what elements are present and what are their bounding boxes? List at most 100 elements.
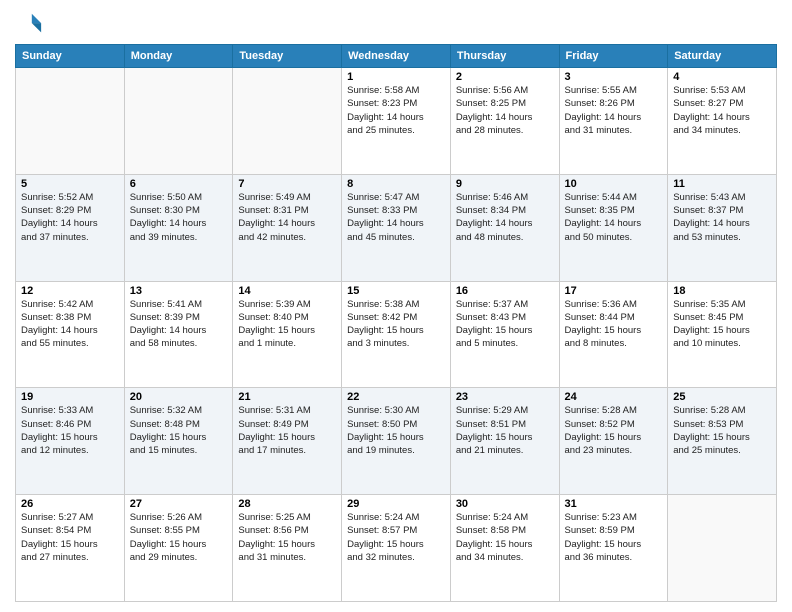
day-info: Sunrise: 5:37 AM Sunset: 8:43 PM Dayligh… [456, 298, 554, 351]
calendar-cell: 2Sunrise: 5:56 AM Sunset: 8:25 PM Daylig… [450, 68, 559, 175]
calendar-cell [124, 68, 233, 175]
week-row-3: 12Sunrise: 5:42 AM Sunset: 8:38 PM Dayli… [16, 281, 777, 388]
day-info: Sunrise: 5:39 AM Sunset: 8:40 PM Dayligh… [238, 298, 336, 351]
day-number: 22 [347, 391, 445, 403]
day-number: 17 [565, 285, 663, 297]
day-info: Sunrise: 5:44 AM Sunset: 8:35 PM Dayligh… [565, 191, 663, 244]
calendar-cell: 19Sunrise: 5:33 AM Sunset: 8:46 PM Dayli… [16, 388, 125, 495]
calendar-cell: 26Sunrise: 5:27 AM Sunset: 8:54 PM Dayli… [16, 495, 125, 602]
calendar-cell: 6Sunrise: 5:50 AM Sunset: 8:30 PM Daylig… [124, 174, 233, 281]
calendar-cell: 10Sunrise: 5:44 AM Sunset: 8:35 PM Dayli… [559, 174, 668, 281]
day-info: Sunrise: 5:28 AM Sunset: 8:52 PM Dayligh… [565, 404, 663, 457]
day-number: 24 [565, 391, 663, 403]
day-number: 14 [238, 285, 336, 297]
calendar-table: SundayMondayTuesdayWednesdayThursdayFrid… [15, 44, 777, 602]
day-number: 5 [21, 178, 119, 190]
day-number: 1 [347, 71, 445, 83]
weekday-header-row: SundayMondayTuesdayWednesdayThursdayFrid… [16, 45, 777, 68]
day-info: Sunrise: 5:24 AM Sunset: 8:58 PM Dayligh… [456, 511, 554, 564]
day-info: Sunrise: 5:36 AM Sunset: 8:44 PM Dayligh… [565, 298, 663, 351]
day-info: Sunrise: 5:42 AM Sunset: 8:38 PM Dayligh… [21, 298, 119, 351]
calendar-cell: 9Sunrise: 5:46 AM Sunset: 8:34 PM Daylig… [450, 174, 559, 281]
day-info: Sunrise: 5:23 AM Sunset: 8:59 PM Dayligh… [565, 511, 663, 564]
calendar-cell: 14Sunrise: 5:39 AM Sunset: 8:40 PM Dayli… [233, 281, 342, 388]
day-info: Sunrise: 5:53 AM Sunset: 8:27 PM Dayligh… [673, 84, 771, 137]
calendar-cell: 23Sunrise: 5:29 AM Sunset: 8:51 PM Dayli… [450, 388, 559, 495]
day-info: Sunrise: 5:25 AM Sunset: 8:56 PM Dayligh… [238, 511, 336, 564]
calendar-cell: 3Sunrise: 5:55 AM Sunset: 8:26 PM Daylig… [559, 68, 668, 175]
day-number: 13 [130, 285, 228, 297]
calendar-cell: 27Sunrise: 5:26 AM Sunset: 8:55 PM Dayli… [124, 495, 233, 602]
day-info: Sunrise: 5:33 AM Sunset: 8:46 PM Dayligh… [21, 404, 119, 457]
calendar-cell: 7Sunrise: 5:49 AM Sunset: 8:31 PM Daylig… [233, 174, 342, 281]
day-info: Sunrise: 5:52 AM Sunset: 8:29 PM Dayligh… [21, 191, 119, 244]
calendar-cell: 12Sunrise: 5:42 AM Sunset: 8:38 PM Dayli… [16, 281, 125, 388]
week-row-4: 19Sunrise: 5:33 AM Sunset: 8:46 PM Dayli… [16, 388, 777, 495]
day-info: Sunrise: 5:29 AM Sunset: 8:51 PM Dayligh… [456, 404, 554, 457]
day-number: 8 [347, 178, 445, 190]
calendar-cell: 4Sunrise: 5:53 AM Sunset: 8:27 PM Daylig… [668, 68, 777, 175]
day-info: Sunrise: 5:26 AM Sunset: 8:55 PM Dayligh… [130, 511, 228, 564]
day-number: 21 [238, 391, 336, 403]
calendar-cell: 30Sunrise: 5:24 AM Sunset: 8:58 PM Dayli… [450, 495, 559, 602]
calendar-cell: 5Sunrise: 5:52 AM Sunset: 8:29 PM Daylig… [16, 174, 125, 281]
day-number: 11 [673, 178, 771, 190]
day-number: 31 [565, 498, 663, 510]
day-info: Sunrise: 5:50 AM Sunset: 8:30 PM Dayligh… [130, 191, 228, 244]
weekday-wednesday: Wednesday [342, 45, 451, 68]
calendar-cell [668, 495, 777, 602]
day-info: Sunrise: 5:30 AM Sunset: 8:50 PM Dayligh… [347, 404, 445, 457]
day-number: 9 [456, 178, 554, 190]
calendar-cell: 28Sunrise: 5:25 AM Sunset: 8:56 PM Dayli… [233, 495, 342, 602]
calendar-cell: 16Sunrise: 5:37 AM Sunset: 8:43 PM Dayli… [450, 281, 559, 388]
week-row-5: 26Sunrise: 5:27 AM Sunset: 8:54 PM Dayli… [16, 495, 777, 602]
calendar-cell: 11Sunrise: 5:43 AM Sunset: 8:37 PM Dayli… [668, 174, 777, 281]
day-info: Sunrise: 5:49 AM Sunset: 8:31 PM Dayligh… [238, 191, 336, 244]
day-info: Sunrise: 5:31 AM Sunset: 8:49 PM Dayligh… [238, 404, 336, 457]
day-number: 10 [565, 178, 663, 190]
day-number: 16 [456, 285, 554, 297]
calendar-cell [233, 68, 342, 175]
day-number: 30 [456, 498, 554, 510]
day-number: 27 [130, 498, 228, 510]
calendar-cell: 29Sunrise: 5:24 AM Sunset: 8:57 PM Dayli… [342, 495, 451, 602]
day-info: Sunrise: 5:46 AM Sunset: 8:34 PM Dayligh… [456, 191, 554, 244]
week-row-1: 1Sunrise: 5:58 AM Sunset: 8:23 PM Daylig… [16, 68, 777, 175]
day-info: Sunrise: 5:55 AM Sunset: 8:26 PM Dayligh… [565, 84, 663, 137]
calendar-cell: 20Sunrise: 5:32 AM Sunset: 8:48 PM Dayli… [124, 388, 233, 495]
day-number: 18 [673, 285, 771, 297]
day-number: 29 [347, 498, 445, 510]
header [15, 10, 777, 38]
day-number: 28 [238, 498, 336, 510]
day-info: Sunrise: 5:58 AM Sunset: 8:23 PM Dayligh… [347, 84, 445, 137]
day-number: 26 [21, 498, 119, 510]
day-number: 23 [456, 391, 554, 403]
day-info: Sunrise: 5:56 AM Sunset: 8:25 PM Dayligh… [456, 84, 554, 137]
day-info: Sunrise: 5:41 AM Sunset: 8:39 PM Dayligh… [130, 298, 228, 351]
page: SundayMondayTuesdayWednesdayThursdayFrid… [0, 0, 792, 612]
calendar-cell: 22Sunrise: 5:30 AM Sunset: 8:50 PM Dayli… [342, 388, 451, 495]
day-number: 15 [347, 285, 445, 297]
calendar-cell: 13Sunrise: 5:41 AM Sunset: 8:39 PM Dayli… [124, 281, 233, 388]
weekday-sunday: Sunday [16, 45, 125, 68]
calendar-cell: 8Sunrise: 5:47 AM Sunset: 8:33 PM Daylig… [342, 174, 451, 281]
calendar-cell: 25Sunrise: 5:28 AM Sunset: 8:53 PM Dayli… [668, 388, 777, 495]
calendar-cell [16, 68, 125, 175]
day-number: 12 [21, 285, 119, 297]
calendar-cell: 17Sunrise: 5:36 AM Sunset: 8:44 PM Dayli… [559, 281, 668, 388]
day-number: 4 [673, 71, 771, 83]
day-number: 7 [238, 178, 336, 190]
weekday-monday: Monday [124, 45, 233, 68]
weekday-saturday: Saturday [668, 45, 777, 68]
day-number: 6 [130, 178, 228, 190]
day-info: Sunrise: 5:43 AM Sunset: 8:37 PM Dayligh… [673, 191, 771, 244]
calendar-cell: 15Sunrise: 5:38 AM Sunset: 8:42 PM Dayli… [342, 281, 451, 388]
day-number: 25 [673, 391, 771, 403]
weekday-friday: Friday [559, 45, 668, 68]
day-number: 2 [456, 71, 554, 83]
calendar-cell: 18Sunrise: 5:35 AM Sunset: 8:45 PM Dayli… [668, 281, 777, 388]
day-info: Sunrise: 5:35 AM Sunset: 8:45 PM Dayligh… [673, 298, 771, 351]
day-info: Sunrise: 5:24 AM Sunset: 8:57 PM Dayligh… [347, 511, 445, 564]
day-number: 3 [565, 71, 663, 83]
day-info: Sunrise: 5:27 AM Sunset: 8:54 PM Dayligh… [21, 511, 119, 564]
